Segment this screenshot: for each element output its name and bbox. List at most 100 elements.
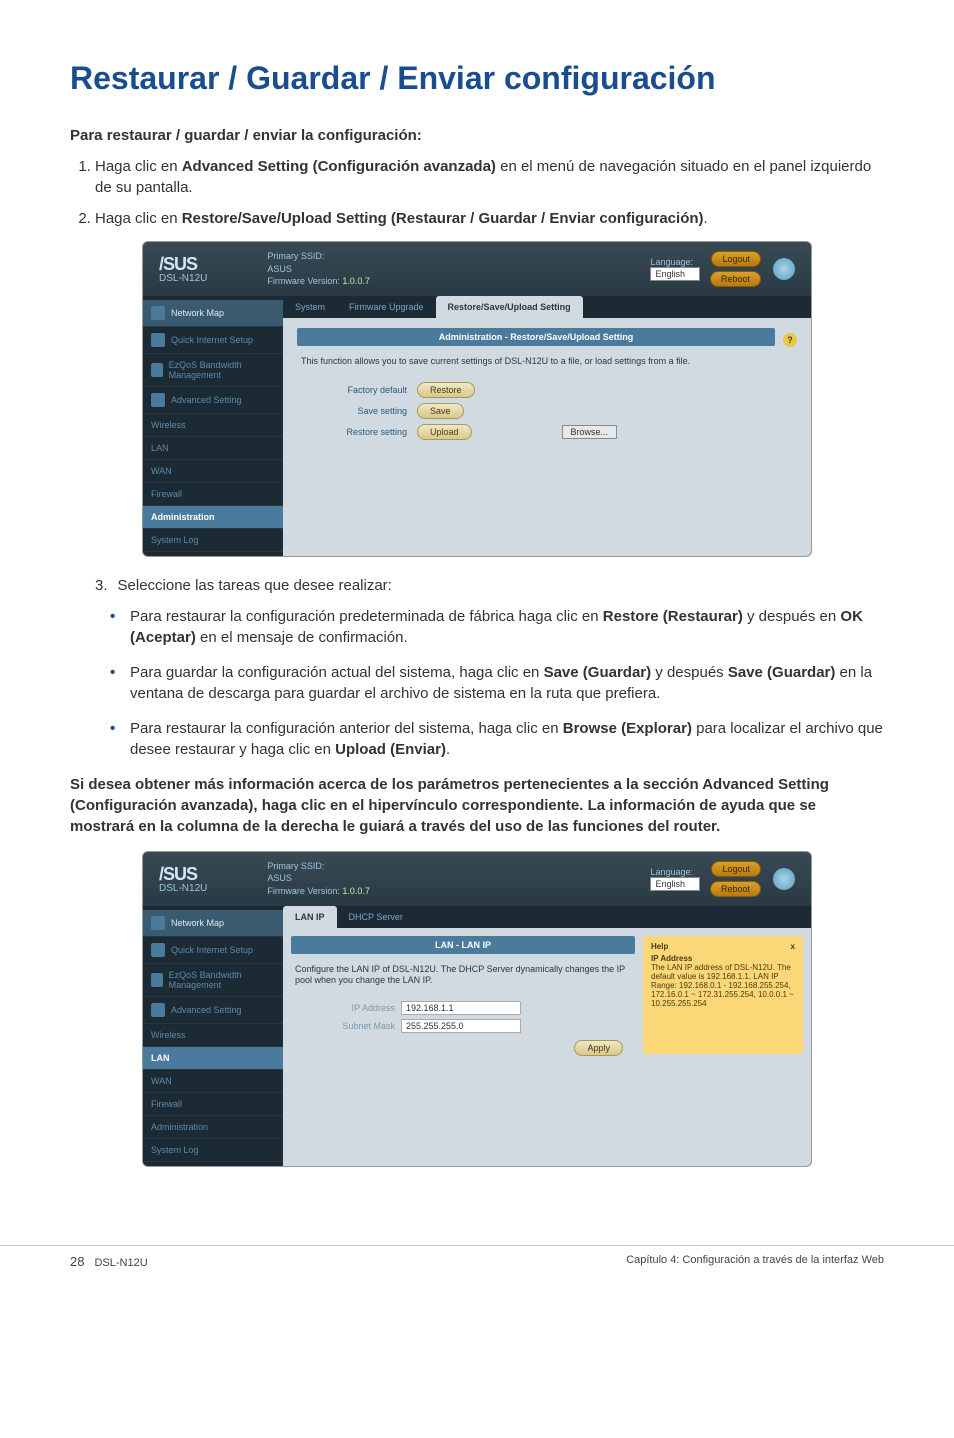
label: LAN bbox=[151, 443, 169, 453]
bullet-restore: Para restaurar la configuración predeter… bbox=[110, 606, 884, 648]
logout-button[interactable]: Logout bbox=[711, 861, 761, 877]
sidebar-wireless[interactable]: Wireless bbox=[143, 414, 283, 437]
text: Para restaurar la configuración anterior… bbox=[130, 720, 563, 737]
ip-address-label: IP Address bbox=[321, 1003, 401, 1013]
steps-subtitle: Para restaurar / guardar / enviar la con… bbox=[70, 127, 884, 144]
sidebar-wan[interactable]: WAN bbox=[143, 1070, 283, 1093]
subnet-mask-input[interactable]: 255.255.255.0 bbox=[401, 1019, 521, 1033]
step-3: Seleccione las tareas que desee realizar… bbox=[95, 575, 884, 596]
upload-button[interactable]: Upload bbox=[417, 424, 472, 440]
reboot-button[interactable]: Reboot bbox=[710, 271, 761, 287]
globe-icon[interactable] bbox=[773, 258, 795, 280]
apply-button[interactable]: Apply bbox=[574, 1040, 623, 1056]
label: Firewall bbox=[151, 489, 182, 499]
more-info-paragraph: Si desea obtener más información acerca … bbox=[70, 774, 884, 837]
bold: Upload (Enviar) bbox=[335, 741, 446, 758]
sidebar-quick-setup[interactable]: Quick Internet Setup bbox=[143, 937, 283, 964]
ssid-value: ASUS bbox=[267, 264, 292, 274]
tab-system[interactable]: System bbox=[283, 296, 337, 318]
panel-description: This function allows you to save current… bbox=[297, 352, 797, 378]
help-icon[interactable]: ? bbox=[783, 333, 797, 347]
help-panel: Help x IP Address The LAN IP address of … bbox=[643, 936, 803, 1054]
sidebar-ezqos[interactable]: EzQoS Bandwidth Management bbox=[143, 354, 283, 387]
tab-restore-save-upload[interactable]: Restore/Save/Upload Setting bbox=[436, 296, 583, 318]
sidebar-lan[interactable]: LAN bbox=[143, 437, 283, 460]
setup-icon bbox=[151, 333, 165, 347]
label: WAN bbox=[151, 1076, 172, 1086]
bold: Restore (Restaurar) bbox=[603, 608, 743, 625]
label: Wireless bbox=[151, 1030, 186, 1040]
ssid-label: Primary SSID: bbox=[267, 861, 324, 871]
tab-firmware-upgrade[interactable]: Firmware Upgrade bbox=[337, 296, 436, 318]
sidebar-ezqos[interactable]: EzQoS Bandwidth Management bbox=[143, 964, 283, 997]
text: . bbox=[446, 741, 450, 758]
sidebar-administration[interactable]: Administration bbox=[143, 1116, 283, 1139]
text: Para guardar la configuración actual del… bbox=[130, 664, 544, 681]
sidebar-administration[interactable]: Administration bbox=[143, 506, 283, 529]
label: WAN bbox=[151, 466, 172, 476]
lang-select[interactable]: English bbox=[650, 267, 700, 281]
help-close-button[interactable]: x bbox=[791, 942, 795, 951]
router-screenshot-1: /SUS DSL-N12U Primary SSID: ASUS Firmwar… bbox=[142, 241, 812, 557]
lang-select[interactable]: English bbox=[650, 877, 700, 891]
qos-icon bbox=[151, 973, 163, 987]
text: en el mensaje de confirmación. bbox=[196, 629, 408, 646]
subnet-mask-label: Subnet Mask bbox=[321, 1021, 401, 1031]
factory-default-label: Factory default bbox=[317, 385, 407, 395]
setup-icon bbox=[151, 943, 165, 957]
sidebar-network-map[interactable]: Network Map bbox=[143, 910, 283, 937]
gear-icon bbox=[151, 1003, 165, 1017]
sidebar-system-log[interactable]: System Log bbox=[143, 1139, 283, 1162]
sidebar-firewall[interactable]: Firewall bbox=[143, 483, 283, 506]
step1-pre: Haga clic en bbox=[95, 158, 182, 175]
tab-dhcp-server[interactable]: DHCP Server bbox=[337, 906, 415, 928]
label: Network Map bbox=[171, 918, 224, 928]
panel-description: Configure the LAN IP of DSL-N12U. The DH… bbox=[291, 960, 635, 997]
ip-address-input[interactable]: 192.168.1.1 bbox=[401, 1001, 521, 1015]
bold: Browse (Explorar) bbox=[563, 720, 692, 737]
router-logo: /SUS bbox=[159, 864, 207, 885]
step2-post: . bbox=[704, 210, 708, 227]
label: Advanced Setting bbox=[171, 395, 242, 405]
sidebar-advanced-setting[interactable]: Advanced Setting bbox=[143, 997, 283, 1024]
fw-value[interactable]: 1.0.0.7 bbox=[342, 886, 370, 896]
sidebar-quick-setup[interactable]: Quick Internet Setup bbox=[143, 327, 283, 354]
router-logo: /SUS bbox=[159, 254, 207, 275]
tab-lan-ip[interactable]: LAN IP bbox=[283, 906, 337, 928]
step-2: Haga clic en Restore/Save/Upload Setting… bbox=[95, 208, 884, 229]
footer-chapter: Capítulo 4: Configuración a través de la… bbox=[626, 1254, 884, 1269]
save-button[interactable]: Save bbox=[417, 403, 464, 419]
logout-button[interactable]: Logout bbox=[711, 251, 761, 267]
label: Network Map bbox=[171, 308, 224, 318]
label: System Log bbox=[151, 535, 199, 545]
ssid-label: Primary SSID: bbox=[267, 251, 324, 261]
router-model: DSL-N12U bbox=[159, 883, 207, 894]
bullet-save: Para guardar la configuración actual del… bbox=[110, 662, 884, 704]
sidebar-wireless[interactable]: Wireless bbox=[143, 1024, 283, 1047]
router-sidebar: Network Map Quick Internet Setup EzQoS B… bbox=[143, 296, 283, 556]
restore-button[interactable]: Restore bbox=[417, 382, 475, 398]
help-title: Help bbox=[651, 942, 668, 951]
label: Quick Internet Setup bbox=[171, 335, 253, 345]
save-setting-label: Save setting bbox=[317, 406, 407, 416]
label: Administration bbox=[151, 1122, 208, 1132]
network-map-icon bbox=[151, 916, 165, 930]
browse-button[interactable]: Browse... bbox=[562, 425, 618, 439]
label: Firewall bbox=[151, 1099, 182, 1109]
reboot-button[interactable]: Reboot bbox=[710, 881, 761, 897]
sidebar-firewall[interactable]: Firewall bbox=[143, 1093, 283, 1116]
page-footer: 28 DSL-N12U Capítulo 4: Configuración a … bbox=[0, 1245, 954, 1277]
sidebar-system-log[interactable]: System Log bbox=[143, 529, 283, 552]
globe-icon[interactable] bbox=[773, 868, 795, 890]
text: Para restaurar la configuración predeter… bbox=[130, 608, 603, 625]
sidebar-wan[interactable]: WAN bbox=[143, 460, 283, 483]
lang-label: Language: bbox=[650, 867, 693, 877]
sidebar-network-map[interactable]: Network Map bbox=[143, 300, 283, 327]
label: Advanced Setting bbox=[171, 1005, 242, 1015]
sidebar-advanced-setting[interactable]: Advanced Setting bbox=[143, 387, 283, 414]
router-model: DSL-N12U bbox=[159, 273, 207, 284]
fw-value[interactable]: 1.0.0.7 bbox=[342, 276, 370, 286]
router-sidebar: Network Map Quick Internet Setup EzQoS B… bbox=[143, 906, 283, 1166]
sidebar-lan[interactable]: LAN bbox=[143, 1047, 283, 1070]
text: y después bbox=[651, 664, 728, 681]
